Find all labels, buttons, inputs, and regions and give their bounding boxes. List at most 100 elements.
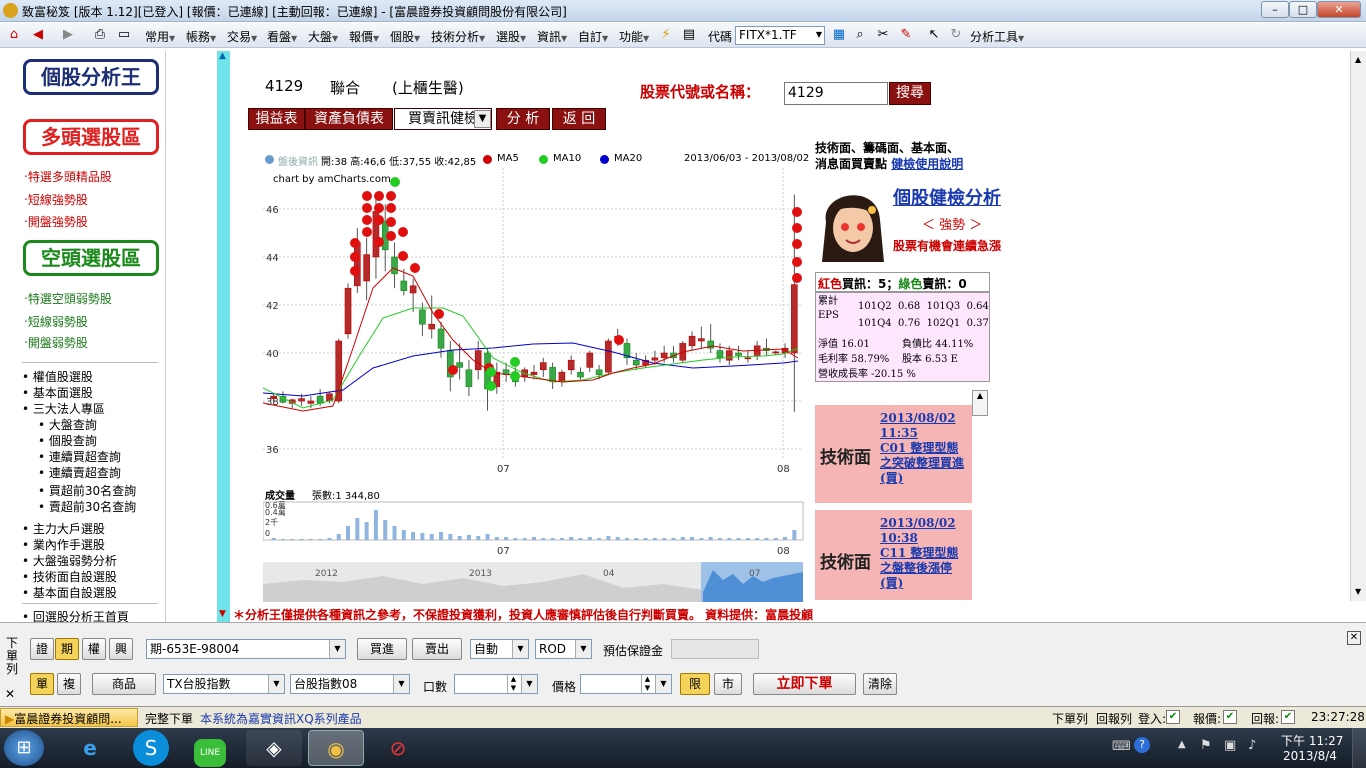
signal-link-2[interactable]: 2013/08/02 10:38 C11 整理型態之盤整後漲停(買) <box>880 516 968 591</box>
bear-link-2[interactable]: ‧短線弱勢股 <box>24 313 88 330</box>
home-icon[interactable]: ⌂ <box>6 27 22 43</box>
type-stock-button[interactable]: 證 <box>30 638 54 660</box>
single-order-button[interactable]: 單 <box>30 673 54 695</box>
bear-zone-title[interactable]: 空頭選股區 <box>23 240 159 276</box>
status-report-bar[interactable]: 回報列 <box>1096 710 1132 727</box>
taskbar-time[interactable]: 下午 11:27 <box>1281 732 1343 749</box>
health-analysis-title[interactable]: 個股健檢分析 <box>893 184 1001 210</box>
status-app-tab[interactable]: ▶富晨證券投資顧問... <box>0 708 138 727</box>
tray-flag-icon[interactable]: ⚑ <box>1200 738 1212 753</box>
menu-item-technical[interactable]: 技術分析▼ <box>431 28 485 45</box>
multi-order-button[interactable]: 複 <box>57 673 81 695</box>
app-icon-active[interactable]: ◉ <box>308 730 364 766</box>
app-icon-blue[interactable]: ◈ <box>246 730 302 766</box>
nav-sublink-2[interactable]: • 個股查詢 <box>38 432 97 449</box>
back-icon[interactable]: ◀ <box>30 27 46 43</box>
nav-sublink-1[interactable]: • 大盤查詢 <box>38 416 97 433</box>
nav-sublink-6[interactable]: • 賣超前30名查詢 <box>38 498 136 515</box>
volume-chart[interactable]: 0.6萬 0.4萬 2千 0 07 08 <box>263 498 808 560</box>
sidebar-toggle-strip[interactable]: ▲ ▼ <box>217 51 230 622</box>
health-guide-link[interactable]: 健檢使用說明 <box>891 157 963 171</box>
tab-analysis[interactable]: 分 析 <box>496 108 550 130</box>
print-icon[interactable]: ⎙ <box>92 27 108 43</box>
nav-sublink-5[interactable]: • 買超前30名查詢 <box>38 482 136 499</box>
show-desktop-button[interactable] <box>1352 728 1366 768</box>
tray-network-icon[interactable]: ▣ <box>1224 738 1236 753</box>
product-button[interactable]: 商品 <box>92 673 156 695</box>
submit-order-button[interactable]: 立即下單 <box>753 673 856 695</box>
nav-sublink-4[interactable]: • 連續賣超查詢 <box>38 464 121 481</box>
menu-item-quote[interactable]: 報價▼ <box>349 28 379 45</box>
type-emerging-button[interactable]: 興 <box>109 638 133 660</box>
bull-link-1[interactable]: ‧特選多頭精品股 <box>24 168 112 185</box>
market-order-button[interactable]: 市 <box>714 673 742 695</box>
product-select[interactable]: TX台股指數 ▼ <box>163 674 285 694</box>
tab-signal-health-select[interactable]: 買賣訊健檢 ▼ <box>394 108 492 130</box>
stock-search-input[interactable]: 4129 <box>784 82 888 105</box>
analysis-tools-menu[interactable]: 分析工具▼ <box>970 28 1024 45</box>
maximize-button[interactable]: □ <box>1289 1 1317 18</box>
bull-link-3[interactable]: ‧開盤強勢股 <box>24 213 88 230</box>
rod-select[interactable]: ROD ▼ <box>535 639 592 659</box>
lightning-icon[interactable]: ⚡ <box>658 27 674 43</box>
code-input[interactable]: FITX*1.TF ▼ <box>735 26 825 45</box>
signal-link-1[interactable]: 2013/08/02 11:35 C01 整理型態之突破整理買進(買) <box>880 411 968 486</box>
cursor-icon[interactable]: ↖ <box>926 27 942 43</box>
nav-link-insider[interactable]: • 業內作手選股 <box>22 536 105 553</box>
skype-icon[interactable]: S <box>133 730 169 766</box>
tray-volume-icon[interactable]: ♪ <box>1248 738 1256 753</box>
ie-icon[interactable]: e <box>62 730 118 766</box>
nav-link-market-strength[interactable]: • 大盤強弱勢分析 <box>22 552 117 569</box>
nav-link-fundamental[interactable]: • 基本面選股 <box>22 384 93 401</box>
limit-order-button[interactable]: 限 <box>680 673 710 695</box>
order-panel-close-icon[interactable]: ✕ <box>5 687 15 701</box>
type-options-button[interactable]: 權 <box>82 638 106 660</box>
taskbar-date[interactable]: 2013/8/4 <box>1283 749 1337 763</box>
nav-link-fund-custom[interactable]: • 基本面自設選股 <box>22 584 117 601</box>
nav-sublink-3[interactable]: • 連續買超查詢 <box>38 448 121 465</box>
price-stepper[interactable]: ▼ ▲ ▼ <box>580 674 672 694</box>
contract-select[interactable]: 台股指數08 ▼ <box>290 674 410 694</box>
close-button[interactable]: ✕ <box>1317 1 1361 18</box>
tray-help-icon[interactable]: ? <box>1134 737 1150 753</box>
menu-item-info[interactable]: 資訊▼ <box>537 28 567 45</box>
nav-link-institutional[interactable]: • 三大法人專區 <box>22 400 105 417</box>
bull-link-2[interactable]: ‧短線強勢股 <box>24 191 88 208</box>
menu-item-market[interactable]: 大盤▼ <box>308 28 338 45</box>
navigator-chart[interactable]: 2012 2013 04 07 <box>263 562 804 602</box>
nav-link-major[interactable]: • 主力大戶選股 <box>22 520 105 537</box>
page-scrollbar[interactable]: ▲ ▼ <box>1350 51 1366 601</box>
chart-icon[interactable]: ▦ <box>831 27 847 43</box>
type-futures-button[interactable]: 期 <box>55 638 79 660</box>
menu-item-function[interactable]: 功能▼ <box>619 28 649 45</box>
tab-return[interactable]: 返 回 <box>552 108 606 130</box>
notepad-icon[interactable]: ▤ <box>681 27 697 43</box>
forward-icon[interactable]: ▶ <box>60 27 76 43</box>
bear-link-3[interactable]: ‧開盤弱勢股 <box>24 334 88 351</box>
refresh-icon[interactable]: ↻ <box>948 27 964 43</box>
signal-scrollbar[interactable]: ▲ <box>972 390 988 416</box>
line-icon[interactable]: LINE <box>182 730 238 767</box>
nav-link-tech-custom[interactable]: • 技術面自設選股 <box>22 568 117 585</box>
bull-zone-title[interactable]: 多頭選股區 <box>23 119 159 155</box>
auto-select[interactable]: 自動 ▼ <box>470 639 529 659</box>
menu-item-stock[interactable]: 個股▼ <box>390 28 420 45</box>
page-icon[interactable]: ▭ <box>116 27 132 43</box>
logo-analysis-king[interactable]: 個股分析王 <box>23 59 159 95</box>
tools-icon[interactable]: ✂ <box>875 27 891 43</box>
menu-item-watch[interactable]: 看盤▼ <box>267 28 297 45</box>
start-button[interactable]: ⊞ <box>4 730 44 766</box>
buy-button[interactable]: 買進 <box>357 638 407 660</box>
signal-card-1[interactable]: 技術面 2013/08/02 11:35 C01 整理型態之突破整理買進(買) <box>815 405 972 503</box>
menu-item-custom[interactable]: 自訂▼ <box>578 28 608 45</box>
alert-icon[interactable]: ✎ <box>898 27 914 43</box>
minimize-button[interactable]: – <box>1261 1 1289 18</box>
menu-item-screening[interactable]: 選股▼ <box>496 28 526 45</box>
tray-arrow-icon[interactable]: ▲ <box>1178 739 1186 750</box>
tray-keyboard-icon[interactable]: ⌨ <box>1112 739 1131 754</box>
nav-link-weighted[interactable]: • 權值股選股 <box>22 368 93 385</box>
menu-item-account[interactable]: 帳務▼ <box>186 28 216 45</box>
app-icon-red[interactable]: ⊘ <box>370 730 426 766</box>
clear-button[interactable]: 清除 <box>863 673 897 695</box>
search-button[interactable]: 搜尋 <box>889 82 931 105</box>
